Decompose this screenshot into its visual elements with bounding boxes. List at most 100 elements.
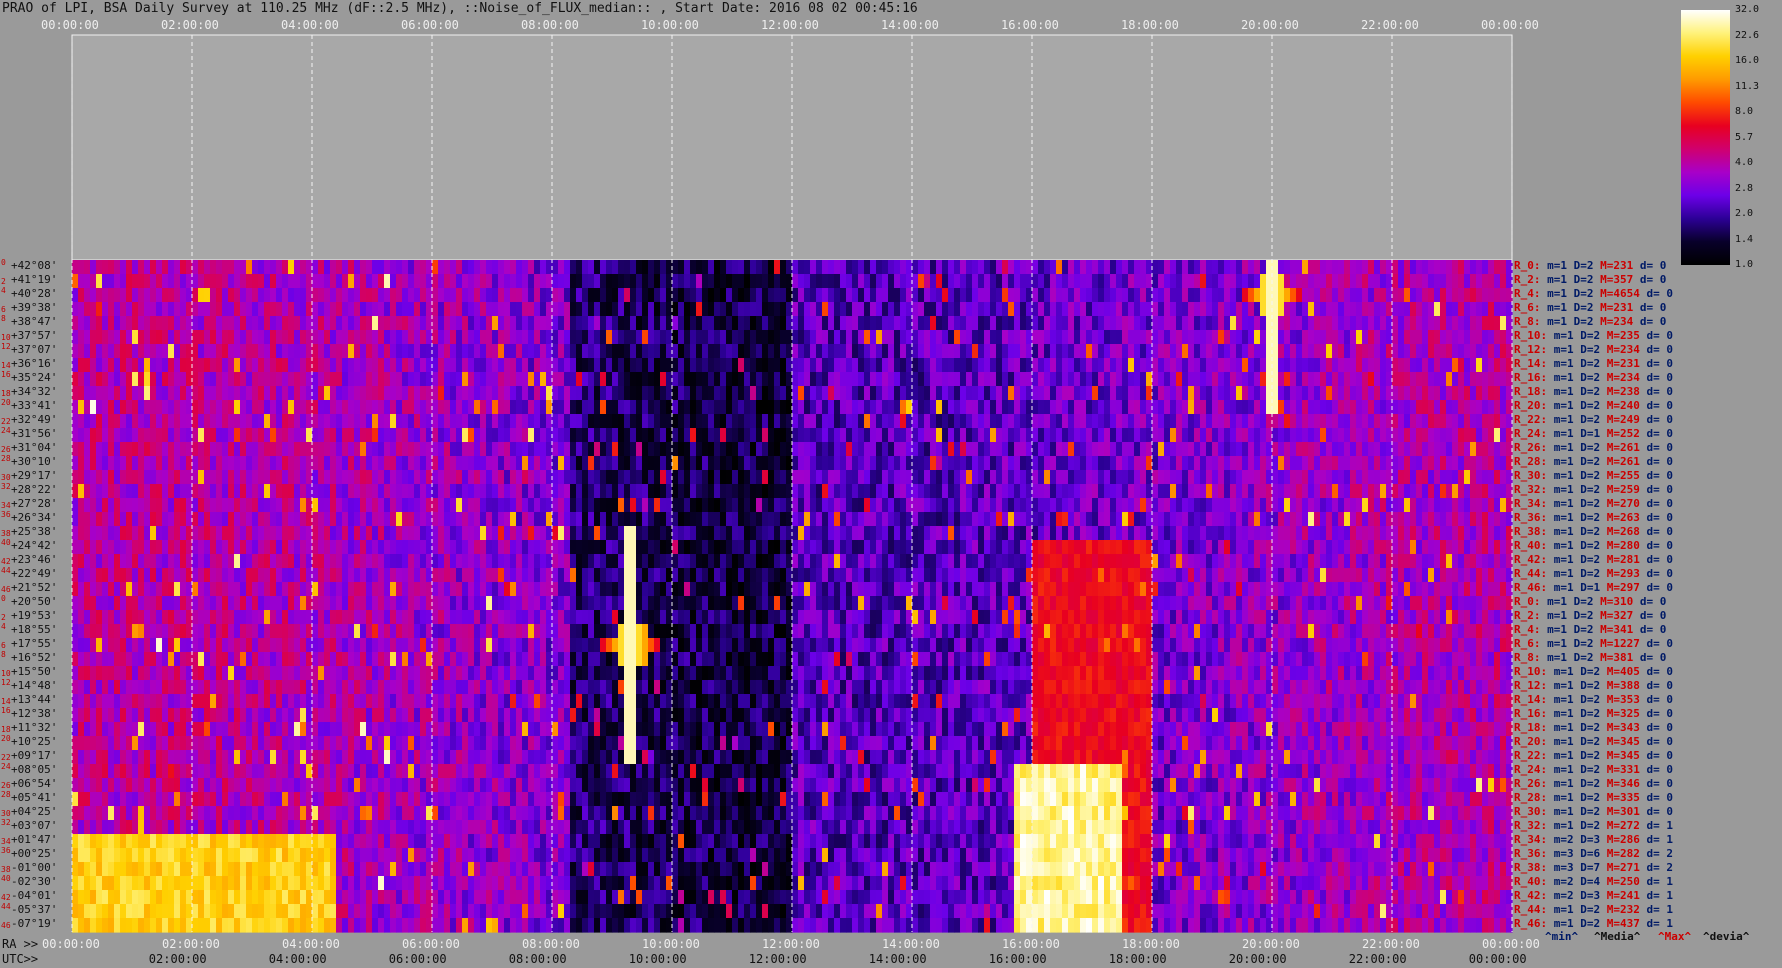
heatmap-cell [1236, 288, 1243, 303]
heatmap-cell [1038, 316, 1045, 331]
heatmap-cell [756, 372, 763, 387]
heatmap-cell [864, 442, 871, 457]
heatmap-cell [978, 288, 985, 303]
heatmap-cell [90, 288, 97, 303]
heatmap-cell [1068, 526, 1075, 541]
heatmap-cell [846, 260, 853, 275]
heatmap-cell [84, 400, 91, 415]
heatmap-cell [1434, 316, 1441, 331]
heatmap-cell [1356, 414, 1363, 429]
heatmap-cell [354, 512, 361, 527]
heatmap-cell [1410, 316, 1417, 331]
heatmap-cell [1050, 274, 1057, 289]
heatmap-cell [966, 344, 973, 359]
heatmap-cell [870, 526, 877, 541]
heatmap-cell [114, 526, 121, 541]
heatmap-cell [924, 372, 931, 387]
heatmap-cell [1350, 512, 1357, 527]
heatmap-cell [1068, 302, 1075, 317]
heatmap-cell [846, 302, 853, 317]
heatmap-cell [690, 372, 697, 387]
heatmap-cell [414, 526, 421, 541]
heatmap-cell [402, 484, 409, 499]
heatmap-cell [858, 484, 865, 499]
heatmap-cell [336, 526, 343, 541]
heatmap-cell [960, 442, 967, 457]
heatmap-cell [1254, 512, 1261, 527]
heatmap-cell [1344, 470, 1351, 485]
heatmap-cell [144, 428, 151, 443]
heatmap-cell [1470, 260, 1477, 275]
heatmap-cell [654, 288, 661, 303]
heatmap-cell [534, 288, 541, 303]
heatmap-cell [600, 316, 607, 331]
heatmap-cell [618, 372, 625, 387]
heatmap-cell [1128, 442, 1135, 457]
heatmap-cell [1044, 288, 1051, 303]
heatmap-cell [162, 274, 169, 289]
heatmap-cell [1392, 414, 1399, 429]
heatmap-cell [1284, 302, 1291, 317]
heatmap-cell [126, 484, 133, 499]
heatmap-cell [738, 498, 745, 513]
heatmap-cell [636, 372, 643, 387]
heatmap-cell [246, 526, 253, 541]
heatmap-cell [630, 428, 637, 443]
heatmap-cell [1098, 330, 1105, 345]
heatmap-cell [1326, 274, 1333, 289]
heatmap-cell [942, 358, 949, 373]
heatmap-cell [1110, 316, 1117, 331]
heatmap-cell [492, 344, 499, 359]
heatmap-cell [732, 372, 739, 387]
heatmap-cell [564, 372, 571, 387]
heatmap-cell [180, 526, 187, 541]
heatmap-cell [174, 442, 181, 457]
heatmap-cell [282, 428, 289, 443]
heatmap-cell [78, 512, 85, 527]
heatmap-cell [654, 456, 661, 471]
heatmap-cell [564, 512, 571, 527]
heatmap-cell [630, 358, 637, 373]
heatmap-cell [1440, 288, 1447, 303]
heatmap-cell [552, 526, 559, 541]
heatmap-cell [1086, 470, 1093, 485]
heatmap-cell [1020, 470, 1027, 485]
heatmap-cell [1410, 274, 1417, 289]
heatmap-cell [162, 428, 169, 443]
heatmap-cell [180, 372, 187, 387]
heatmap-cell [612, 540, 619, 555]
heatmap-cell [1104, 288, 1111, 303]
heatmap-cell [882, 330, 889, 345]
heatmap-cell [654, 400, 661, 415]
heatmap-cell [930, 470, 937, 485]
heatmap-cell [1020, 400, 1027, 415]
heatmap-cell [888, 344, 895, 359]
heatmap-cell [642, 442, 649, 457]
heatmap-cell [996, 428, 1003, 443]
heatmap-cell [354, 428, 361, 443]
heatmap-cell [516, 358, 523, 373]
heatmap-cell [1206, 372, 1213, 387]
heatmap-cell [552, 456, 559, 471]
heatmap-cell [240, 302, 247, 317]
heatmap-cell [558, 274, 565, 289]
heatmap-cell [816, 470, 823, 485]
heatmap-cell [1068, 442, 1075, 457]
heatmap-cell [102, 274, 109, 289]
heatmap-cell [1404, 414, 1411, 429]
heatmap-cell [420, 428, 427, 443]
heatmap-cell [102, 260, 109, 275]
heatmap-cell [1104, 456, 1111, 471]
heatmap-cell [870, 540, 877, 555]
heatmap-cell [720, 344, 727, 359]
heatmap-cell [1440, 470, 1447, 485]
heatmap-cell [1200, 330, 1207, 345]
heatmap-cell [1284, 372, 1291, 387]
heatmap-cell [390, 260, 397, 275]
heatmap-cell [1392, 358, 1399, 373]
heatmap-cell [1314, 484, 1321, 499]
heatmap-cell [1152, 470, 1159, 485]
heatmap-cell [246, 414, 253, 429]
heatmap-cell [702, 442, 709, 457]
heatmap-cell [300, 372, 307, 387]
